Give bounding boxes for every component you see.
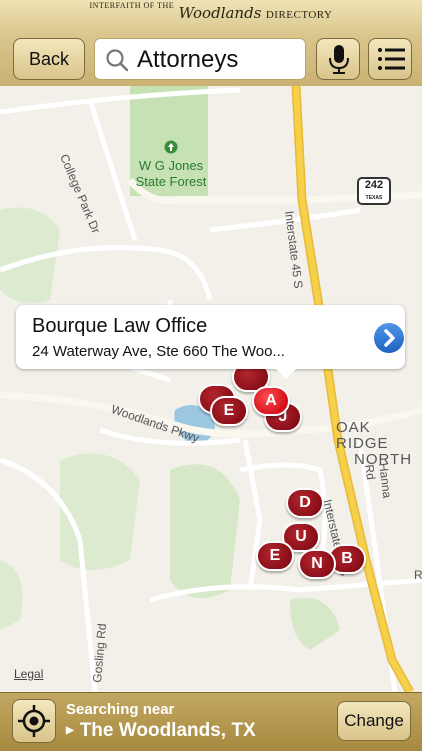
list-icon: [378, 48, 405, 70]
detail-disclosure-button[interactable]: [374, 323, 404, 353]
searching-near-label: Searching near: [66, 701, 175, 718]
list-view-button[interactable]: [368, 38, 412, 80]
map-pin-d[interactable]: D: [286, 488, 324, 518]
search-field[interactable]: Attorneys: [94, 38, 306, 80]
brand-directory-text: DIRECTORY: [265, 9, 333, 21]
map-pin-n[interactable]: N: [298, 549, 336, 579]
back-button[interactable]: Back: [13, 38, 85, 80]
route-242-label: 242 TEXAS: [364, 179, 384, 202]
search-input[interactable]: Attorneys: [137, 46, 238, 74]
search-location[interactable]: ▶ The Woodlands, TX: [66, 720, 256, 742]
place-callout[interactable]: Bourque Law Office 24 Waterway Ave, Ste …: [16, 305, 405, 379]
map-view[interactable]: W G Jones State Forest College Park Dr I…: [0, 86, 422, 692]
callout-pointer: [274, 367, 298, 379]
brand-small-text: INTERFAITH OF THE: [89, 1, 175, 10]
map-pin-e[interactable]: E: [256, 541, 294, 571]
map-pin-e[interactable]: E: [210, 396, 248, 426]
search-icon: [106, 49, 129, 72]
voice-search-button[interactable]: [316, 38, 360, 80]
hanna-rd-label: Hanna Rd: [362, 462, 395, 499]
legal-link[interactable]: Legal: [14, 667, 43, 681]
crosshair-icon: [18, 705, 50, 737]
brand-script-text: Woodlands: [178, 4, 262, 22]
map-pin-a[interactable]: A: [252, 386, 290, 416]
park-icon: [164, 140, 178, 154]
top-toolbar: INTERFAITH OF THE Woodlands DIRECTORY Ba…: [0, 0, 422, 87]
edge-road-label: R: [414, 568, 422, 582]
oak-ridge-north-label: OAK RIDGE NORTH: [336, 419, 413, 468]
callout-title: Bourque Law Office: [32, 315, 208, 337]
microphone-icon: [329, 45, 349, 74]
forest-label: W G Jones State Forest: [132, 140, 210, 190]
bottom-toolbar: Searching near ▶ The Woodlands, TX Change: [0, 692, 422, 751]
disclosure-triangle-icon: ▶: [66, 725, 74, 736]
chevron-right-icon: [384, 329, 395, 347]
app-logo: INTERFAITH OF THE Woodlands DIRECTORY: [0, 1, 422, 32]
change-location-button[interactable]: Change: [337, 701, 411, 741]
current-location-button[interactable]: [12, 699, 56, 743]
callout-address: 24 Waterway Ave, Ste 660 The Woo...: [32, 343, 285, 360]
